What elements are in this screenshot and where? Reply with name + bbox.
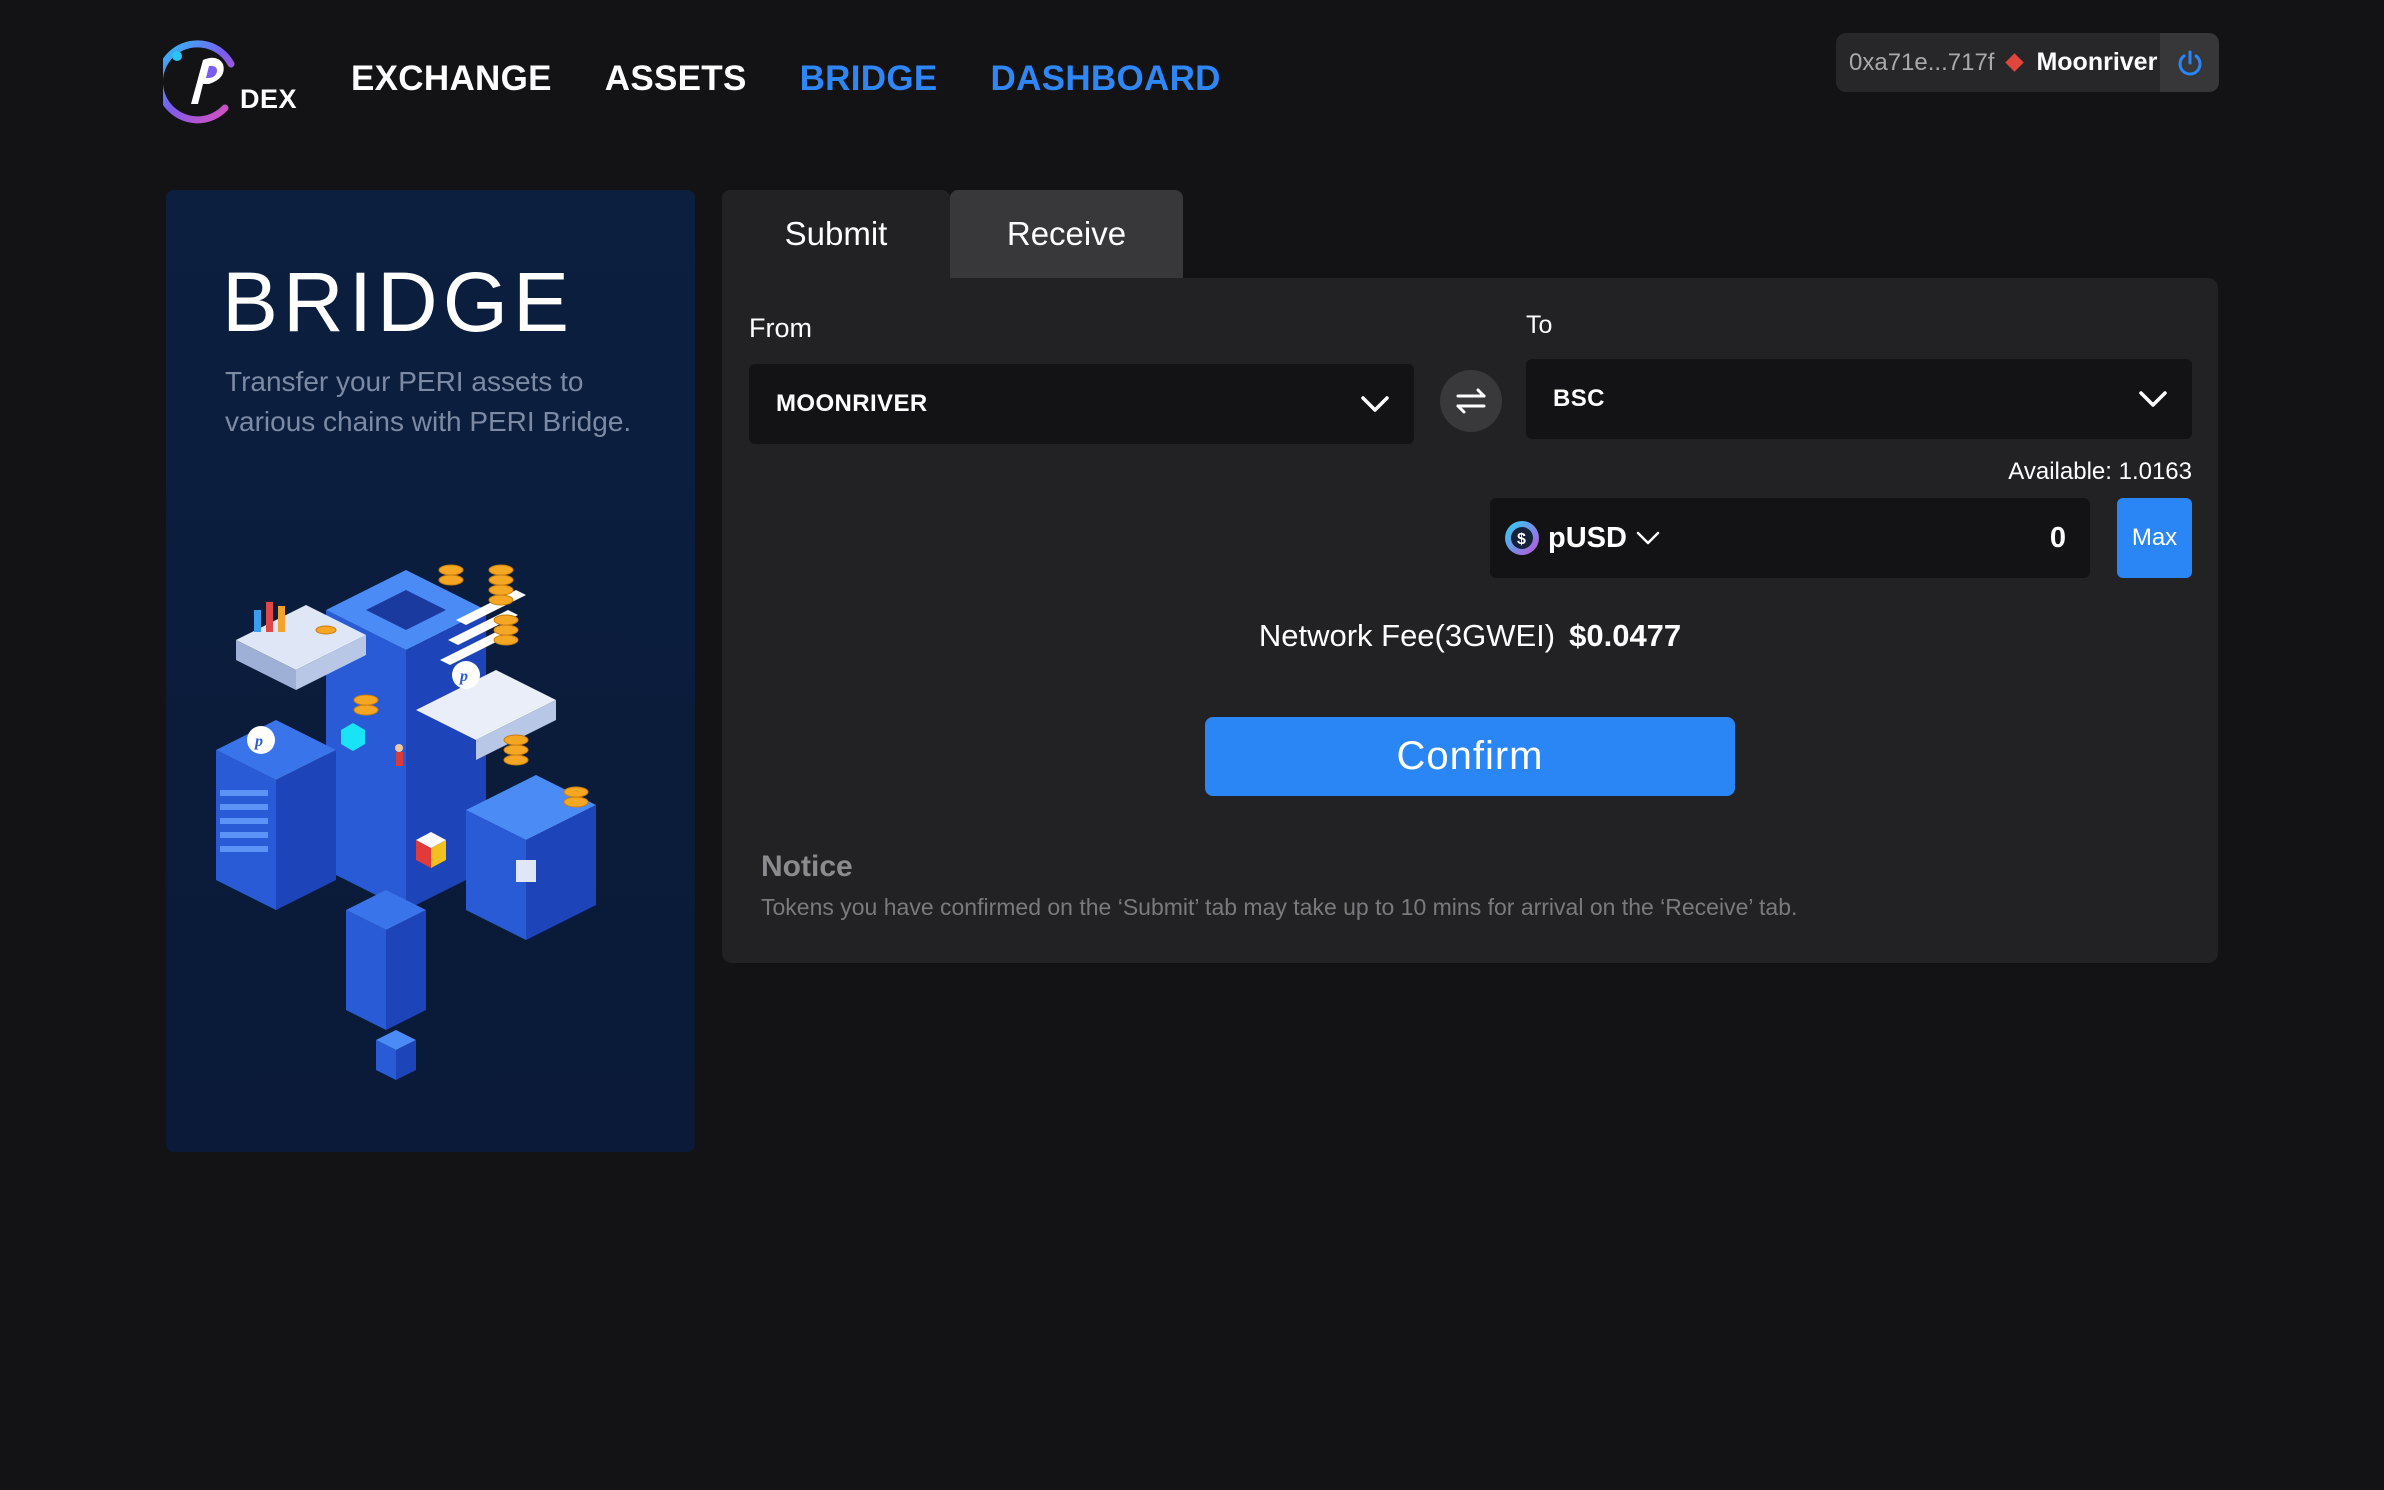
notice-text: Tokens you have confirmed on the ‘Submit… xyxy=(761,894,1798,920)
from-label: From xyxy=(749,313,812,343)
tab-receive[interactable]: Receive xyxy=(950,190,1183,278)
wallet-address[interactable]: 0xa71e...717f xyxy=(1849,49,1994,77)
pusd-token-icon: $ xyxy=(1505,521,1539,555)
svg-text:p: p xyxy=(458,668,468,685)
tab-submit[interactable]: Submit xyxy=(722,190,950,278)
from-network-value: MOONRIVER xyxy=(776,390,928,417)
notice-title: Notice xyxy=(761,850,853,883)
wallet-widget[interactable]: 0xa71e...717f Moonriver xyxy=(1836,33,2219,92)
nav-exchange[interactable]: EXCHANGE xyxy=(351,56,552,102)
isometric-city-illustration: p p xyxy=(216,564,596,1080)
bridge-page: DEX EXCHANGE ASSETS BRIDGE DASHBOARD 0xa… xyxy=(0,0,2384,1490)
panel-title: BRIDGE xyxy=(222,255,575,349)
max-button[interactable]: Max xyxy=(2117,498,2192,578)
svg-text:$: $ xyxy=(1517,531,1526,548)
chevron-down-icon xyxy=(2139,391,2167,407)
main-nav: EXCHANGE ASSETS BRIDGE DASHBOARD xyxy=(351,56,1221,102)
logo-dex-text: DEX xyxy=(240,84,298,114)
nav-bridge[interactable]: BRIDGE xyxy=(800,56,938,102)
svg-text:p: p xyxy=(253,733,263,750)
token-select[interactable]: $ pUSD xyxy=(1504,520,1661,556)
amount-input[interactable] xyxy=(1826,521,2066,555)
to-network-value: BSC xyxy=(1553,385,1605,412)
token-name: pUSD xyxy=(1548,521,1627,554)
nav-dashboard[interactable]: DASHBOARD xyxy=(991,56,1221,102)
chevron-down-icon xyxy=(1636,531,1660,545)
amount-field[interactable]: $ pUSD xyxy=(1490,498,2090,578)
available-balance: Available: 1.0163 xyxy=(2008,458,2192,485)
network-fee-row: Network Fee(3GWEI) $0.0477 xyxy=(722,618,2218,654)
panel-description: Transfer your PERI assets to various cha… xyxy=(225,366,632,437)
network-diamond-icon xyxy=(2005,53,2025,72)
peri-dex-logo[interactable]: DEX xyxy=(155,34,303,126)
disconnect-button[interactable] xyxy=(2160,33,2219,92)
from-network-select[interactable]: MOONRIVER xyxy=(749,364,1414,444)
swap-networks-button[interactable] xyxy=(1440,370,1502,432)
wallet-network: Moonriver xyxy=(2036,48,2158,76)
to-label: To xyxy=(1526,311,1553,339)
power-icon xyxy=(2178,50,2201,75)
nav-assets[interactable]: ASSETS xyxy=(605,56,747,102)
bridge-info-panel: BRIDGE Transfer your PERI assets to vari… xyxy=(166,190,695,1152)
to-network-select[interactable]: BSC xyxy=(1526,359,2192,439)
network-fee-label: Network Fee(3GWEI) xyxy=(1258,618,1556,653)
swap-arrows-icon xyxy=(1456,388,1486,414)
network-fee-value: $0.0477 xyxy=(1569,618,1682,653)
confirm-button[interactable]: Confirm xyxy=(1205,717,1735,796)
chevron-down-icon xyxy=(1361,396,1389,412)
bridge-form-card: From MOONRIVER To BSC Available: 1.0163 xyxy=(722,278,2218,963)
